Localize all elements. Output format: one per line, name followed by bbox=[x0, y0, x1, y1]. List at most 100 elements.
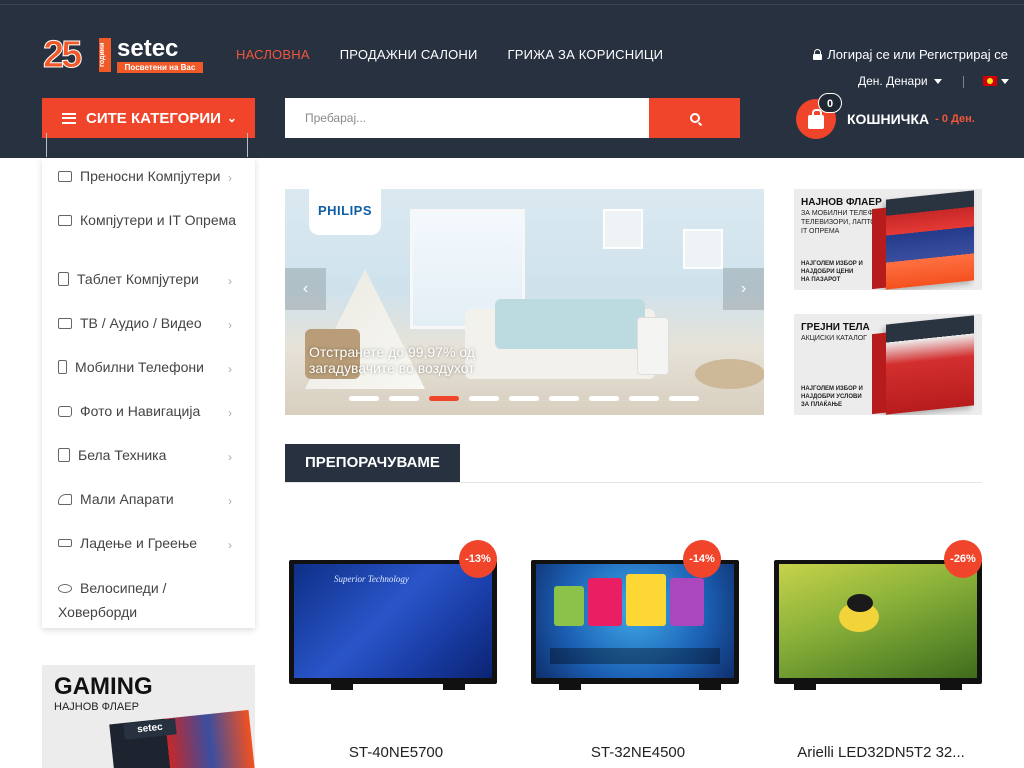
tv-stand bbox=[443, 684, 465, 690]
product-card[interactable]: -26% Arielli LED32DN5T2 32... bbox=[770, 530, 992, 768]
search-button[interactable] bbox=[649, 98, 740, 138]
flyer-footer: НАЈГОЛЕМ ИЗБОР И НАЈДОБРИ ЦЕНИ НА ПАЗАРО… bbox=[801, 261, 863, 283]
gaming-subtitle: НАЈНОВ ФЛАЕР bbox=[54, 701, 139, 713]
category-item-cooling-heating[interactable]: Ладење и Греење › bbox=[58, 531, 244, 555]
category-item-photo-navigation[interactable]: Фото и Навигација › bbox=[58, 399, 244, 423]
tv-stand bbox=[331, 684, 353, 690]
washer-icon bbox=[58, 448, 70, 463]
product-name[interactable]: ST-32NE4500 bbox=[527, 744, 749, 761]
category-item-mobile-phones[interactable]: Мобилни Телефони › bbox=[58, 355, 244, 379]
logo-anniversary-number: 25 bbox=[42, 34, 82, 76]
gaming-title: GAMING bbox=[54, 673, 153, 700]
main-navigation: НАСЛОВНА ПРОДАЖНИ САЛОНИ ГРИЖА ЗА КОРИСН… bbox=[236, 47, 663, 62]
app-tile bbox=[554, 586, 584, 626]
category-item-bicycles[interactable]: Велосипеди / Ховерборди bbox=[58, 576, 244, 624]
category-item-laptops[interactable]: Преносни Компјутери › bbox=[58, 164, 244, 188]
discount-badge: -26% bbox=[944, 540, 982, 578]
flyer-title: НАЈНОВ ФЛАЕР bbox=[801, 197, 882, 208]
category-item-tv-audio-video[interactable]: ТВ / Аудио / Видео › bbox=[58, 311, 244, 335]
product-card[interactable]: -14% ST-32NE4500 bbox=[527, 530, 749, 768]
cart-widget[interactable]: 0 КОШНИЧКА - 0 Ден. bbox=[796, 93, 1016, 140]
setec-logo[interactable]: 25 години setec Посветени на Вас bbox=[42, 34, 208, 76]
slider-dot[interactable] bbox=[669, 396, 699, 401]
flyer-title: ГРЕЈНИ ТЕЛА bbox=[801, 322, 870, 333]
chevron-right-icon: › bbox=[228, 362, 232, 376]
site-header: 25 години setec Посветени на Вас НАСЛОВН… bbox=[0, 0, 1024, 158]
flyer-banner-latest[interactable]: НАЈНОВ ФЛАЕР ЗА МОБИЛНИ ТЕЛЕФОНИ, ТЕЛЕВИ… bbox=[794, 189, 982, 290]
slider-dot[interactable] bbox=[349, 396, 379, 401]
slider-dot[interactable] bbox=[389, 396, 419, 401]
discount-badge: -13% bbox=[459, 540, 497, 578]
slide-caption: Отстранете до 99,97% од загадувачите во … bbox=[309, 344, 475, 376]
slider-pagination bbox=[349, 396, 699, 401]
nav-customer-care[interactable]: ГРИЖА ЗА КОРИСНИЦИ bbox=[508, 47, 664, 62]
app-tile bbox=[588, 578, 622, 626]
search-input[interactable] bbox=[285, 98, 649, 138]
search-icon bbox=[689, 113, 700, 123]
bicycle-icon bbox=[58, 583, 72, 593]
ac-icon bbox=[58, 539, 72, 548]
slider-dot[interactable] bbox=[469, 396, 499, 401]
chevron-down-icon bbox=[1001, 78, 1009, 84]
product-name[interactable]: ST-40NE5700 bbox=[285, 744, 507, 761]
login-register-link[interactable]: Логирај се или Регистрирај се bbox=[813, 47, 1008, 62]
all-categories-label: СИТЕ КАТЕГОРИИ bbox=[86, 109, 221, 127]
slide-frame-graphic bbox=[603, 209, 643, 249]
product-card[interactable]: Superior Technology -13% ST-40NE5700 bbox=[285, 530, 507, 768]
divider bbox=[963, 76, 964, 88]
cart-label: КОШНИЧКА bbox=[847, 111, 930, 127]
brand-text: PHILIPS bbox=[317, 203, 373, 218]
nav-home[interactable]: НАСЛОВНА bbox=[236, 47, 310, 62]
slide-frame-graphic bbox=[683, 229, 723, 269]
slider-dot[interactable] bbox=[509, 396, 539, 401]
slider-dot-active[interactable] bbox=[429, 396, 459, 401]
product-name[interactable]: Arielli LED32DN5T2 32... bbox=[770, 744, 992, 761]
slider-dot[interactable] bbox=[589, 396, 619, 401]
category-label: Фото и Навигација bbox=[80, 403, 201, 419]
product-image[interactable]: Superior Technology bbox=[289, 560, 497, 684]
tv-icon bbox=[58, 317, 72, 329]
logo-tagline: Посветени на Вас bbox=[117, 62, 203, 73]
section-title-recommended: ПРЕПОРАЧУВАМЕ bbox=[285, 444, 460, 482]
category-menu: Преносни Компјутери › Компјутери и IT Оп… bbox=[42, 133, 255, 628]
hero-slider[interactable]: PHILIPS Отстранете до 99,97% од загадува… bbox=[285, 189, 764, 415]
chevron-right-icon: › bbox=[228, 494, 232, 508]
slider-prev-button[interactable]: ‹ bbox=[285, 268, 326, 310]
category-item-tablets[interactable]: Таблет Компјутери › bbox=[58, 267, 244, 291]
air-purifier-image bbox=[637, 317, 669, 375]
product-image[interactable] bbox=[531, 560, 739, 684]
category-label: Мали Апарати bbox=[80, 491, 174, 507]
chevron-left-icon: ‹ bbox=[302, 280, 309, 297]
cart-button[interactable]: 0 bbox=[796, 93, 842, 139]
flyer-magazine-image bbox=[886, 315, 974, 415]
all-categories-button[interactable]: СИТЕ КАТЕГОРИИ ⌄ bbox=[42, 98, 255, 138]
logo-brand: setec bbox=[117, 35, 179, 62]
flyer-banner-heaters[interactable]: ГРЕЈНИ ТЕЛА АКЦИСКИ КАТАЛОГ НАЈГОЛЕМ ИЗБ… bbox=[794, 314, 982, 415]
screen-brand: Superior Technology bbox=[334, 574, 409, 584]
nav-stores[interactable]: ПРОДАЖНИ САЛОНИ bbox=[340, 47, 478, 62]
slider-dot[interactable] bbox=[549, 396, 579, 401]
shopping-bag-icon bbox=[808, 109, 824, 129]
cart-count-badge: 0 bbox=[818, 93, 842, 113]
slider-next-button[interactable]: › bbox=[723, 268, 764, 310]
product-image[interactable] bbox=[774, 560, 982, 684]
category-item-white-goods[interactable]: Бела Техника › bbox=[58, 443, 244, 467]
login-text: Логирај се или Регистрирај се bbox=[827, 47, 1008, 62]
category-item-small-appliances[interactable]: Мали Апарати › bbox=[58, 487, 244, 511]
gaming-flyer-banner[interactable]: GAMING НАЈНОВ ФЛАЕР setec bbox=[42, 665, 255, 768]
category-label: Компјутери и IT Опрема bbox=[80, 212, 237, 228]
phone-icon bbox=[58, 360, 67, 375]
language-selector[interactable] bbox=[983, 76, 1009, 86]
tv-screen: Superior Technology bbox=[294, 564, 492, 678]
bird-head bbox=[847, 594, 873, 612]
slider-dot[interactable] bbox=[629, 396, 659, 401]
chevron-right-icon: › bbox=[740, 280, 747, 297]
chevron-down-icon: ⌄ bbox=[226, 111, 237, 125]
app-dock bbox=[550, 648, 720, 664]
currency-label: Ден. Денари bbox=[858, 74, 928, 88]
menu-guide-line bbox=[46, 133, 47, 157]
category-item-computers[interactable]: Компјутери и IT Опрема › bbox=[58, 208, 244, 232]
category-label: Преносни Компјутери bbox=[80, 168, 221, 184]
chevron-right-icon: › bbox=[228, 215, 232, 229]
currency-selector[interactable]: Ден. Денари bbox=[858, 74, 942, 88]
